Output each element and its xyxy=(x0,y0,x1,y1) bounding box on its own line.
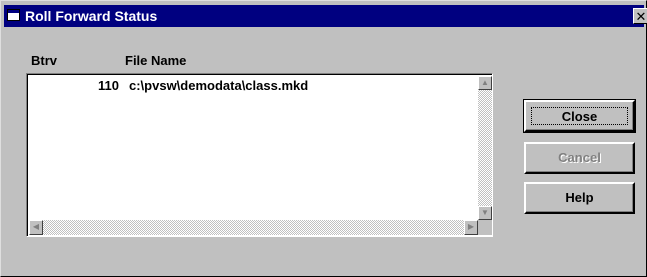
horizontal-scrollbar[interactable]: ◀ ▶ xyxy=(29,220,478,235)
scroll-left-icon[interactable]: ◀ xyxy=(29,220,43,235)
scroll-down-icon[interactable]: ▼ xyxy=(478,206,492,220)
vertical-scrollbar[interactable]: ▲ ▼ xyxy=(478,76,492,220)
scroll-up-icon[interactable]: ▲ xyxy=(478,76,492,90)
close-window-icon[interactable]: ✕ xyxy=(633,8,647,24)
window-title: Roll Forward Status xyxy=(25,8,158,24)
list-item[interactable]: 110 c:\pvsw\demodata\class.mkd xyxy=(27,78,467,94)
btrv-value: 110 xyxy=(98,78,119,93)
roll-forward-status-dialog: Roll Forward Status ✕ Btrv File Name 110… xyxy=(0,0,647,277)
file-list[interactable]: 110 c:\pvsw\demodata\class.mkd ▲ ▼ ◀ ▶ xyxy=(26,73,493,237)
scrollbar-corner xyxy=(478,220,492,235)
scroll-right-icon[interactable]: ▶ xyxy=(464,220,478,235)
cancel-button[interactable]: Cancel xyxy=(524,142,635,174)
column-header-file-name: File Name xyxy=(125,53,187,68)
close-button[interactable]: Close xyxy=(523,99,636,133)
help-button[interactable]: Help xyxy=(524,182,635,214)
column-header-btrv: Btrv xyxy=(31,53,58,68)
title-bar[interactable]: Roll Forward Status ✕ xyxy=(4,5,647,27)
window-icon[interactable] xyxy=(7,9,20,21)
file-name-value: c:\pvsw\demodata\class.mkd xyxy=(129,78,309,93)
close-button-label: Close xyxy=(531,107,628,125)
